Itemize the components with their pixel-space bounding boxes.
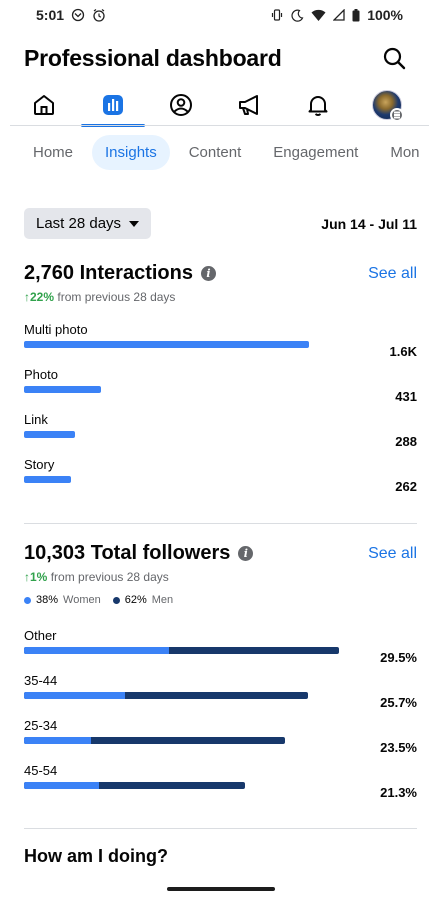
vibrate-icon	[270, 8, 284, 22]
followers-title: 10,303 Total followers	[24, 542, 231, 564]
do-not-disturb-icon	[71, 8, 85, 22]
age-value: 25.7%	[380, 695, 417, 710]
page-title: Professional dashboard	[24, 44, 282, 71]
interaction-value: 431	[395, 389, 417, 404]
tab-bar: Home Insights Content Engagement Mon	[0, 132, 429, 172]
interaction-label: Link	[24, 412, 48, 427]
date-range-dropdown[interactable]: Last 28 days	[24, 208, 152, 239]
section-divider	[24, 828, 417, 829]
interaction-value: 288	[395, 434, 417, 449]
nav-account[interactable]	[365, 85, 409, 125]
tab-engagement[interactable]: Engagement	[260, 135, 371, 170]
nav-insights[interactable]	[80, 85, 145, 127]
women-bar	[24, 782, 99, 789]
interactions-see-all-link[interactable]: See all	[368, 265, 417, 283]
interaction-bar	[24, 431, 75, 438]
women-bar	[24, 737, 91, 744]
interactions-change-text: from previous 28 days	[57, 290, 176, 304]
interaction-bar	[24, 341, 309, 348]
info-icon[interactable]: i	[238, 546, 254, 561]
date-range-text: Jun 14 - Jul 11	[321, 215, 417, 232]
age-row: 45-54 21.3%	[24, 763, 417, 808]
interactions-change: ↑22% from previous 28 days	[24, 290, 417, 304]
interactions-title: 2,760 Interactions	[24, 262, 193, 284]
legend-women: 38% Women	[24, 594, 101, 606]
battery-percent: 100%	[367, 7, 403, 23]
interaction-bar	[24, 386, 101, 393]
interactions-change-pct: ↑22%	[24, 290, 55, 304]
interactions-section: 2,760 Interactions i See all ↑22% from p…	[24, 262, 417, 304]
followers-change: ↑1% from previous 28 days	[24, 570, 417, 584]
search-icon	[383, 47, 406, 70]
megaphone-icon	[238, 95, 258, 115]
followers-change-text: from previous 28 days	[50, 570, 169, 584]
women-bar	[24, 647, 169, 654]
age-label: 25-34	[24, 718, 58, 733]
followers-bars: Other 29.5% 35-44 25.7% 25-34 23.5% 45-5…	[24, 628, 417, 808]
home-icon	[34, 95, 55, 115]
home-indicator[interactable]	[167, 887, 275, 891]
avatar	[371, 90, 404, 122]
header: Professional dashboard	[0, 40, 429, 76]
age-row: 25-34 23.5%	[24, 718, 417, 763]
status-bar: 5:01 100%	[0, 0, 429, 30]
cell-signal-icon	[333, 9, 345, 21]
interaction-bar	[24, 476, 71, 483]
caret-down-icon	[129, 220, 140, 227]
bell-icon	[308, 96, 328, 116]
wifi-icon	[311, 9, 326, 22]
icon-nav	[0, 84, 429, 127]
status-time: 5:01	[36, 7, 65, 23]
interaction-value: 262	[395, 479, 417, 494]
age-label: 35-44	[24, 673, 58, 688]
interaction-label: Photo	[24, 367, 58, 382]
battery-icon	[352, 8, 360, 22]
tab-monetization[interactable]: Mon	[377, 135, 429, 170]
women-bar	[24, 692, 125, 699]
tab-insights[interactable]: Insights	[92, 134, 170, 170]
interaction-row: Story 262	[24, 457, 417, 502]
info-icon[interactable]: i	[200, 266, 216, 281]
age-value: 23.5%	[380, 740, 417, 755]
section-divider	[24, 523, 417, 524]
age-row: 35-44 25.7%	[24, 673, 417, 718]
nav-ads[interactable]	[228, 85, 272, 125]
nav-home[interactable]	[22, 85, 66, 125]
search-button[interactable]	[379, 43, 409, 73]
women-dot-icon	[24, 596, 31, 604]
interaction-row: Multi photo 1.6K	[24, 322, 417, 367]
followers-see-all-link[interactable]: See all	[368, 545, 417, 563]
age-label: Other	[24, 628, 57, 643]
how-am-i-doing-title: How am I doing?	[24, 846, 168, 866]
age-label: 45-54	[24, 763, 58, 778]
interaction-row: Photo 431	[24, 367, 417, 412]
interaction-row: Link 288	[24, 412, 417, 457]
nav-notifications[interactable]	[296, 85, 340, 125]
insights-icon	[102, 95, 123, 115]
age-value: 21.3%	[380, 785, 417, 800]
moon-icon	[291, 9, 304, 22]
gender-legend: 38% Women 62% Men	[24, 594, 417, 606]
interaction-label: Multi photo	[24, 322, 88, 337]
date-range-label: Last 28 days	[36, 215, 122, 232]
followers-change-pct: ↑1%	[24, 570, 48, 584]
profile-icon	[170, 94, 193, 116]
menu-badge-icon	[389, 108, 404, 122]
age-value: 29.5%	[380, 650, 417, 665]
nav-divider	[10, 125, 429, 126]
tab-content[interactable]: Content	[176, 135, 255, 170]
interaction-label: Story	[24, 457, 55, 472]
interactions-bars: Multi photo 1.6K Photo 431 Link 288 Stor…	[24, 322, 417, 502]
date-range-row: Last 28 days Jun 14 - Jul 11	[24, 208, 417, 239]
age-row: Other 29.5%	[24, 628, 417, 673]
followers-section: 10,303 Total followers i See all ↑1% fro…	[24, 542, 417, 606]
alarm-icon	[92, 8, 106, 22]
interaction-value: 1.6K	[389, 344, 417, 359]
tab-home[interactable]: Home	[20, 135, 86, 170]
men-dot-icon	[112, 596, 120, 604]
legend-men: 62% Men	[112, 594, 173, 606]
nav-profile[interactable]	[159, 85, 203, 125]
